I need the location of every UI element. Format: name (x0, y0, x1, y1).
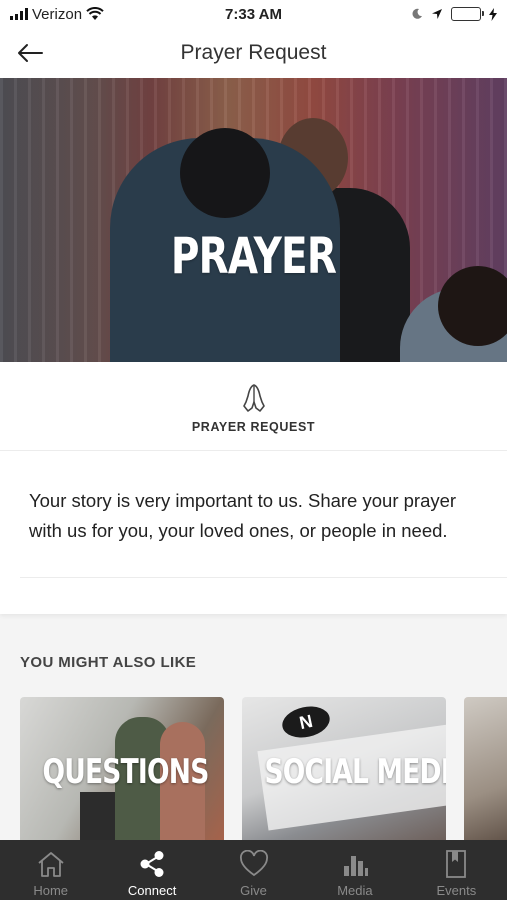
tab-label: Events (436, 883, 477, 898)
tab-label: Connect (127, 883, 177, 898)
share-icon (140, 851, 164, 877)
carrier-label: Verizon (32, 5, 83, 23)
status-right (411, 7, 497, 21)
tile-photo-detail (80, 792, 120, 847)
wifi-icon (86, 7, 104, 20)
signal-icon (10, 8, 28, 20)
page-title: Prayer Request (180, 41, 327, 64)
heart-icon (239, 850, 268, 877)
media-bars-icon (343, 856, 368, 876)
bookmark-book-icon (446, 850, 467, 878)
tab-label: Home (33, 883, 69, 898)
battery-icon (451, 7, 484, 21)
questions-tile[interactable]: QUESTIONS (20, 697, 224, 847)
charging-bolt-icon (489, 7, 497, 21)
status-left: Verizon (10, 6, 104, 23)
tab-bar: Home Connect Give Media Events (0, 840, 507, 900)
prayer-request-card: PRAYER REQUEST Your story is very import… (0, 362, 507, 614)
tab-media[interactable]: Media (304, 840, 405, 900)
back-button[interactable] (14, 38, 46, 68)
hero-banner: PRAYER (0, 78, 507, 362)
status-bar: Verizon 7:33 AM (0, 0, 507, 28)
hero-title: PRAYER (170, 227, 337, 285)
praying-hands-icon (243, 384, 265, 412)
navigation-bar: Prayer Request (0, 28, 507, 78)
description-text: Your story is very important to us. Shar… (29, 490, 457, 541)
also-like-heading: YOU MIGHT ALSO LIKE (20, 654, 197, 671)
tab-label: Media (337, 883, 373, 898)
tab-give[interactable]: Give (203, 840, 304, 900)
tab-connect[interactable]: Connect (101, 840, 202, 900)
tab-label: Give (240, 883, 267, 898)
tab-events[interactable]: Events (406, 840, 507, 900)
hero-overlay (0, 78, 507, 362)
tab-home[interactable]: Home (0, 840, 101, 900)
n-logo-icon: N (279, 702, 333, 742)
location-arrow-icon (432, 9, 442, 19)
divider (0, 450, 507, 451)
home-icon (38, 852, 64, 877)
divider (20, 577, 507, 578)
next-tile-peek[interactable] (464, 697, 507, 847)
section-label: PRAYER REQUEST (191, 420, 316, 434)
social-media-tile[interactable]: N SOCIAL MEDIA (242, 697, 446, 847)
tile-label: SOCIAL MEDIA (264, 752, 446, 792)
back-arrow-icon (18, 44, 43, 62)
moon-icon (412, 8, 422, 19)
tile-label: QUESTIONS (42, 752, 209, 792)
